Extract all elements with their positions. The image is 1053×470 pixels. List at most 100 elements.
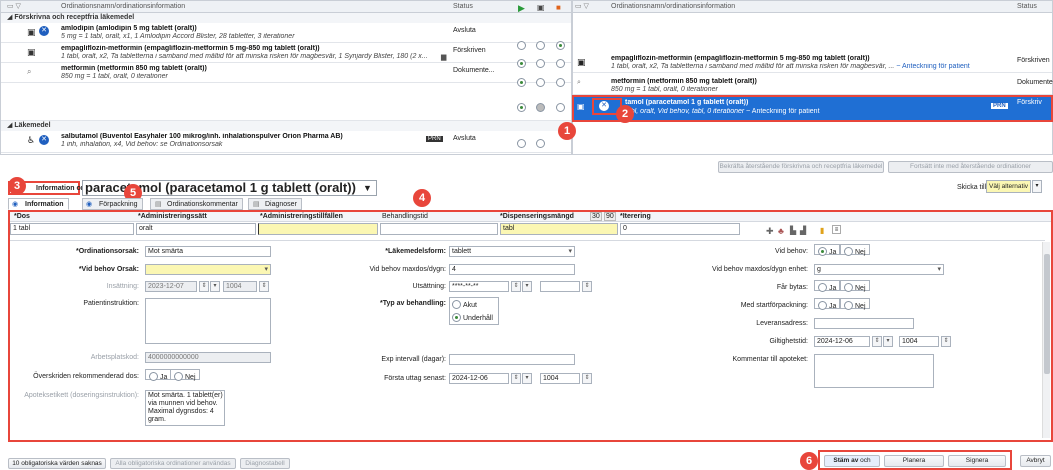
- radio-acute[interactable]: [452, 300, 461, 309]
- do-not-continue-button[interactable]: Fortsätt inte med återstående ordination…: [888, 161, 1053, 173]
- validity-date-input[interactable]: 2024-12-06: [814, 336, 870, 347]
- column-name-header[interactable]: Ordinationsnamn/ordinationsinformation: [611, 1, 735, 13]
- start-time-input[interactable]: 1004: [223, 281, 257, 292]
- iteration-input[interactable]: 0: [620, 223, 740, 235]
- start-time-spinner[interactable]: ⇕: [259, 281, 269, 292]
- treatment-time-input[interactable]: [380, 223, 498, 235]
- schedule-icon[interactable]: ▟: [800, 226, 806, 235]
- workplace-code-input[interactable]: 4000000000000: [145, 352, 271, 363]
- substitutable-yes[interactable]: Ja: [814, 280, 841, 292]
- remove-icon[interactable]: ✕: [39, 135, 49, 145]
- end-time-input[interactable]: [540, 281, 580, 292]
- radio-no[interactable]: [174, 372, 183, 381]
- end-date-input[interactable]: ****-**-**: [449, 281, 509, 292]
- dose-settings-icon[interactable]: ♣: [778, 226, 784, 236]
- cancel-button[interactable]: Avbryt: [1020, 455, 1051, 467]
- tab-diagnoses[interactable]: ▤ Diagnoser: [248, 198, 302, 210]
- dispensing-amount-input[interactable]: tabl: [500, 223, 618, 235]
- radio-pause[interactable]: [536, 59, 545, 68]
- treatment-maintenance-option[interactable]: Underhåll: [452, 311, 493, 322]
- start-date-input[interactable]: 2023-12-07: [145, 281, 197, 292]
- pause-icon[interactable]: ▣: [537, 3, 545, 12]
- start-date-dropdown[interactable]: ▾: [210, 281, 220, 292]
- radio-continue[interactable]: [517, 41, 526, 50]
- group-header[interactable]: ◢ Läkemedel: [1, 121, 571, 131]
- first-withdrawal-date-input[interactable]: 2024-12-06: [449, 373, 509, 384]
- radio-maintenance[interactable]: [452, 313, 461, 322]
- prn-no[interactable]: Nej: [840, 244, 870, 256]
- radio-stop[interactable]: [556, 59, 565, 68]
- radio-continue[interactable]: [517, 59, 526, 68]
- radio-yes[interactable]: [818, 283, 827, 292]
- reconcile-button[interactable]: Stäm av och: [824, 455, 880, 467]
- group-header[interactable]: ◢ Förskrivna och receptfria läkemedel: [1, 13, 571, 23]
- tab-packaging[interactable]: ◉ Förpackning: [82, 198, 143, 210]
- first-withdrawal-date-spinner[interactable]: ⇕: [511, 373, 521, 384]
- form-scrollbar[interactable]: [1042, 242, 1050, 438]
- add-dose-icon[interactable]: ✚: [766, 226, 774, 237]
- table-row[interactable]: ⌕ metformin (metformin 850 mg tablett (o…: [1, 63, 571, 83]
- radio-stop[interactable]: [556, 41, 565, 50]
- button-30[interactable]: 30: [590, 212, 602, 221]
- radio-continue[interactable]: [517, 78, 526, 87]
- validity-date-dropdown[interactable]: ▾: [883, 336, 893, 347]
- exceeded-dose-yes[interactable]: Ja: [145, 369, 172, 381]
- column-status-header[interactable]: Status: [1017, 1, 1037, 13]
- substitutable-no[interactable]: Nej: [840, 280, 870, 292]
- validity-date-spinner[interactable]: ⇕: [872, 336, 882, 347]
- table-row[interactable]: ▣ empagliflozin-metformin (empagliflozin…: [1, 43, 571, 63]
- radio-no[interactable]: [844, 283, 853, 292]
- plan-button[interactable]: Planera: [884, 455, 944, 467]
- pharmacy-comment-input[interactable]: [814, 354, 934, 388]
- radio-stop[interactable]: [556, 103, 565, 112]
- diagnosis-table-button[interactable]: Diagnostabell: [240, 458, 290, 469]
- first-withdrawal-date-dropdown[interactable]: ▾: [522, 373, 532, 384]
- button-90[interactable]: 90: [604, 212, 616, 221]
- drug-form-select[interactable]: tablett: [449, 246, 575, 257]
- chevron-down-icon[interactable]: ▼: [363, 181, 372, 195]
- treatment-acute-option[interactable]: Akut: [452, 298, 477, 309]
- tab-information[interactable]: ◉ Information: [8, 198, 69, 210]
- radio-pause[interactable]: [536, 41, 545, 50]
- table-row[interactable]: ⌕ metformin (metformin 850 mg tablett (o…: [573, 77, 1053, 95]
- administration-route-input[interactable]: oralt: [136, 223, 256, 235]
- administration-times-input[interactable]: [258, 223, 378, 235]
- table-row[interactable]: ▣ empagliflozin-metformin (empagliflozin…: [573, 53, 1052, 73]
- scrollbar-thumb[interactable]: [1044, 254, 1050, 374]
- table-row[interactable]: ▣ ✕ amlodipin (amlodipin 5 mg tablett (o…: [1, 23, 571, 43]
- exceeded-dose-no[interactable]: Nej: [170, 369, 200, 381]
- order-reason-input[interactable]: Mot smärta: [145, 246, 271, 257]
- remove-icon[interactable]: ✕: [39, 26, 49, 36]
- end-date-dropdown[interactable]: ▾: [522, 281, 532, 292]
- radio-pause[interactable]: [536, 78, 545, 87]
- attach-orders-button[interactable]: Alla obligatoriska ordinationer användas: [110, 458, 236, 469]
- end-date-spinner[interactable]: ⇕: [511, 281, 521, 292]
- radio-yes[interactable]: [818, 301, 827, 310]
- send-to-dropdown-icon[interactable]: ▾: [1032, 180, 1042, 193]
- end-time-spinner[interactable]: ⇕: [582, 281, 592, 292]
- filter-icon[interactable]: ▭ ▽: [7, 1, 21, 13]
- radio-stop[interactable]: [556, 78, 565, 87]
- exp-interval-input[interactable]: [449, 354, 575, 365]
- radio-continue[interactable]: [517, 103, 526, 112]
- radio-no[interactable]: [844, 301, 853, 310]
- prn-max-unit-select[interactable]: g: [814, 264, 944, 275]
- column-status-header[interactable]: Status: [453, 1, 473, 13]
- prn-yes[interactable]: Ja: [814, 244, 841, 256]
- first-withdrawal-time-spinner[interactable]: ⇕: [582, 373, 592, 384]
- stop-icon[interactable]: ■: [556, 3, 561, 12]
- radio-no[interactable]: [844, 247, 853, 256]
- first-withdrawal-time-input[interactable]: 1004: [540, 373, 580, 384]
- table-row[interactable]: ♿ ✕ salbutamol (Buventol Easyhaler 100 m…: [1, 131, 571, 153]
- validity-time-input[interactable]: 1004: [899, 336, 939, 347]
- confirm-remaining-button[interactable]: Bekräfta återstående förskrivna och rece…: [718, 161, 884, 173]
- chart-icon[interactable]: ▙: [790, 226, 796, 235]
- play-icon[interactable]: ▶: [518, 3, 525, 14]
- sign-button[interactable]: Signera: [948, 455, 1006, 467]
- radio-yes[interactable]: [818, 247, 827, 256]
- prn-max-dose-input[interactable]: 4: [449, 264, 575, 275]
- warning-icon[interactable]: ▮: [820, 226, 824, 235]
- column-name-header[interactable]: Ordinationsnamn/ordinationsinformation: [61, 1, 185, 13]
- validity-time-spinner[interactable]: ⇕: [941, 336, 951, 347]
- send-to-select[interactable]: Välj alternativ: [986, 180, 1031, 193]
